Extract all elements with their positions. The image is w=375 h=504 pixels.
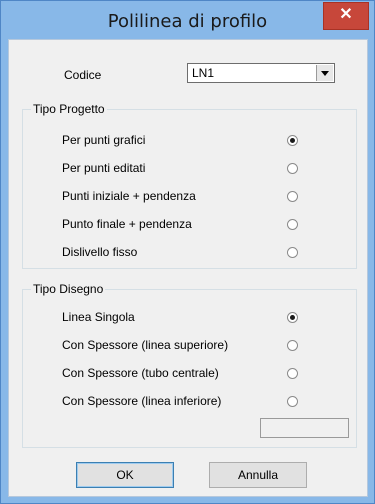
codice-label: Codice xyxy=(64,68,102,82)
tipo-disegno-title: Tipo Disegno xyxy=(31,282,106,296)
radio-punti-iniziale-pendenza[interactable] xyxy=(287,191,298,202)
radio-linea-singola[interactable] xyxy=(287,312,298,323)
radio-dislivello-fisso[interactable] xyxy=(287,247,298,258)
radio-spessore-inferiore[interactable] xyxy=(287,396,298,407)
close-icon: ✕ xyxy=(339,6,353,23)
radio-per-punti-grafici[interactable] xyxy=(287,135,298,146)
radio-label-spessore-centrale: Con Spessore (tubo centrale) xyxy=(62,366,219,380)
title-bar[interactable]: Polilinea di profilo ✕ xyxy=(1,1,374,39)
radio-label-spessore-inferiore: Con Spessore (linea inferiore) xyxy=(62,394,222,408)
radio-spessore-superiore[interactable] xyxy=(287,340,298,351)
radio-label-linea-singola: Linea Singola xyxy=(62,310,135,324)
tipo-progetto-group: Tipo Progetto Per punti grafici Per punt… xyxy=(22,102,357,269)
radio-label-punti-iniziale-pendenza: Punti iniziale + pendenza xyxy=(62,189,196,203)
spessore-input[interactable] xyxy=(260,418,349,438)
radio-label-spessore-superiore: Con Spessore (linea superiore) xyxy=(62,338,229,352)
window-title: Polilinea di profilo xyxy=(107,11,268,32)
codice-dropdown[interactable]: LN1 xyxy=(187,63,335,83)
radio-label-per-punti-editati: Per punti editati xyxy=(62,161,146,175)
ok-button[interactable]: OK xyxy=(76,462,174,488)
dialog-client-area: Codice LN1 Tipo Progetto Per punti grafi… xyxy=(8,39,368,497)
radio-spessore-centrale[interactable] xyxy=(287,368,298,379)
chevron-down-icon[interactable] xyxy=(316,65,333,81)
radio-per-punti-editati[interactable] xyxy=(287,163,298,174)
tipo-progetto-title: Tipo Progetto xyxy=(31,102,107,116)
radio-label-per-punti-grafici: Per punti grafici xyxy=(62,133,146,147)
radio-label-punto-finale-pendenza: Punto finale + pendenza xyxy=(62,217,192,231)
codice-value: LN1 xyxy=(192,66,215,80)
cancel-button[interactable]: Annulla xyxy=(209,462,307,488)
dialog-window: Polilinea di profilo ✕ Codice LN1 Tipo P… xyxy=(0,0,375,504)
radio-punto-finale-pendenza[interactable] xyxy=(287,219,298,230)
radio-label-dislivello-fisso: Dislivello fisso xyxy=(62,245,138,259)
close-button[interactable]: ✕ xyxy=(323,2,369,30)
